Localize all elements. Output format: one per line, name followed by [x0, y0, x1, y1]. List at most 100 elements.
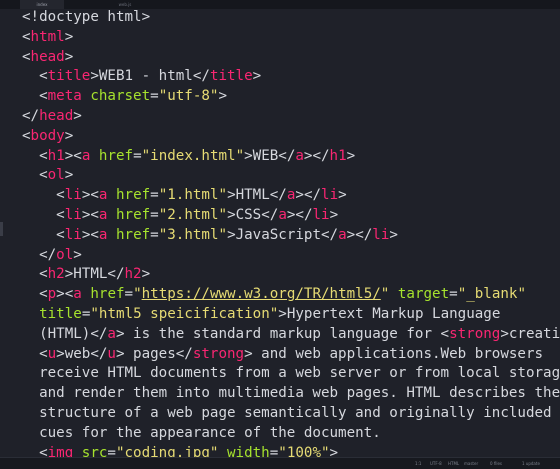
code-token: >: [218, 88, 228, 105]
code-token: >: [73, 107, 82, 124]
code-line[interactable]: <ol>: [22, 166, 560, 186]
code-line[interactable]: <h2>HTML</h2>: [22, 265, 560, 285]
code-token: h2: [47, 266, 65, 283]
code-token: > pages</: [115, 345, 193, 362]
code-token: "utf-8": [158, 88, 219, 105]
code-token: <: [22, 28, 31, 45]
code-token: title: [47, 68, 91, 85]
code-line[interactable]: <meta charset="utf-8">: [22, 87, 560, 107]
code-editor-window: index web.js <!doctype html> <html> <head>…: [0, 0, 560, 469]
code-token: <: [22, 187, 65, 204]
code-token: body: [30, 127, 65, 144]
code-token: a: [107, 325, 116, 342]
code-token: u: [47, 345, 57, 362]
status-bar: 1:1 UTF-8 HTML master 0 files 1 update: [0, 457, 560, 469]
code-token: >: [64, 28, 74, 45]
code-token: href: [98, 147, 134, 164]
grammar-indicator[interactable]: HTML: [448, 458, 459, 469]
code-line[interactable]: title="html5 speicification">Hypertext M…: [22, 305, 560, 325]
code-token: >: [346, 147, 356, 164]
code-token: <: [22, 127, 31, 144]
code-token: strong: [192, 345, 245, 362]
code-token: >: [389, 226, 398, 243]
code-token: "index.html": [141, 147, 245, 164]
code-token: li: [372, 226, 390, 243]
code-token: "1.html": [158, 187, 228, 204]
encoding-indicator[interactable]: UTF-8: [430, 458, 442, 469]
code-token: a: [338, 226, 347, 243]
code-token: li: [64, 206, 82, 223]
code-token: ><: [81, 187, 99, 204]
code-token: ": [133, 286, 142, 303]
git-branch[interactable]: master: [464, 458, 478, 469]
code-token: receive HTML documents from a web server…: [22, 365, 560, 382]
code-line[interactable]: <u>web</u> pages</strong> and web applic…: [22, 345, 560, 365]
code-token: html: [30, 28, 65, 45]
code-line[interactable]: <li><a href="2.html">CSS</a></li>: [22, 206, 560, 226]
code-line[interactable]: <html>: [22, 28, 560, 48]
code-token: "html5 speicification": [90, 305, 279, 322]
code-token: <: [22, 206, 65, 223]
code-token: li: [321, 187, 339, 204]
code-token: h1: [47, 147, 65, 164]
code-token: (HTML)</: [22, 325, 108, 342]
code-line[interactable]: <li><a href="3.html">JavaScript</a></li>: [22, 226, 560, 246]
code-token: ></: [303, 147, 330, 164]
code-token: =: [150, 206, 159, 223]
code-token: p: [47, 286, 57, 303]
code-token: >: [329, 206, 339, 223]
code-token: >web</: [56, 345, 108, 362]
code-line[interactable]: (HTML)</a> is the standard markup langua…: [22, 325, 560, 345]
sync-status[interactable]: 0 files: [490, 458, 502, 469]
code-token: >JavaScript</: [227, 226, 339, 243]
code-token: >: [252, 68, 262, 85]
code-line[interactable]: structure of a web page semantically and…: [22, 404, 560, 424]
code-token: >: [64, 127, 74, 144]
code-token: <: [22, 167, 48, 184]
code-token: >Hypertext Markup Language: [278, 305, 501, 322]
cursor-position[interactable]: 1:1: [415, 458, 421, 469]
code-token: >CSS</: [227, 206, 279, 223]
code-line[interactable]: </ol>: [22, 246, 560, 266]
code-area[interactable]: <!doctype html> <html> <head> <title>WEB1 …: [22, 8, 560, 463]
code-token: <!doctype html>: [22, 9, 151, 25]
code-token: </: [22, 107, 40, 124]
code-token: li: [64, 226, 82, 243]
code-line[interactable]: <head>: [22, 48, 560, 68]
code-line[interactable]: receive HTML documents from a web server…: [22, 364, 560, 384]
code-token: href: [90, 286, 125, 303]
code-token: and render them into multimedia web page…: [22, 385, 560, 402]
code-token: li: [312, 206, 330, 223]
code-token: ><: [64, 147, 82, 164]
code-token: =: [150, 226, 159, 243]
update-status[interactable]: 1 update: [522, 458, 540, 469]
code-token: =: [150, 88, 159, 105]
code-line[interactable]: <li><a href="1.html">HTML</a></li>: [22, 186, 560, 206]
code-token: >HTML</: [64, 266, 125, 283]
code-token: >WEB1 - html</: [90, 68, 210, 85]
code-line[interactable]: cues for the appearance of the document.: [22, 424, 560, 444]
code-token: ></: [286, 206, 313, 223]
code-token: >WEB</: [244, 147, 296, 164]
code-token: cues for the appearance of the document.: [22, 424, 381, 441]
code-token: "3.html": [158, 226, 228, 243]
code-line[interactable]: <body>: [22, 127, 560, 147]
code-token: >: [73, 246, 82, 263]
code-token: ol: [47, 167, 65, 184]
code-token: h2: [124, 266, 142, 283]
code-line[interactable]: <title>WEB1 - html</title>: [22, 67, 560, 87]
code-line[interactable]: <h1><a href="index.html">WEB</a></h1>: [22, 147, 560, 167]
code-line[interactable]: and render them into multimedia web page…: [22, 384, 560, 404]
code-token: > is the standard markup language for <: [115, 325, 450, 342]
code-token: target: [397, 286, 450, 303]
code-line[interactable]: <!doctype html>: [22, 8, 560, 28]
code-line[interactable]: </head>: [22, 107, 560, 127]
code-token: meta: [47, 88, 82, 105]
code-line[interactable]: <p><a href="https://www.w3.org/TR/html5/…: [22, 285, 560, 305]
code-token: >HTML</: [227, 187, 287, 204]
code-token: >: [64, 48, 74, 65]
